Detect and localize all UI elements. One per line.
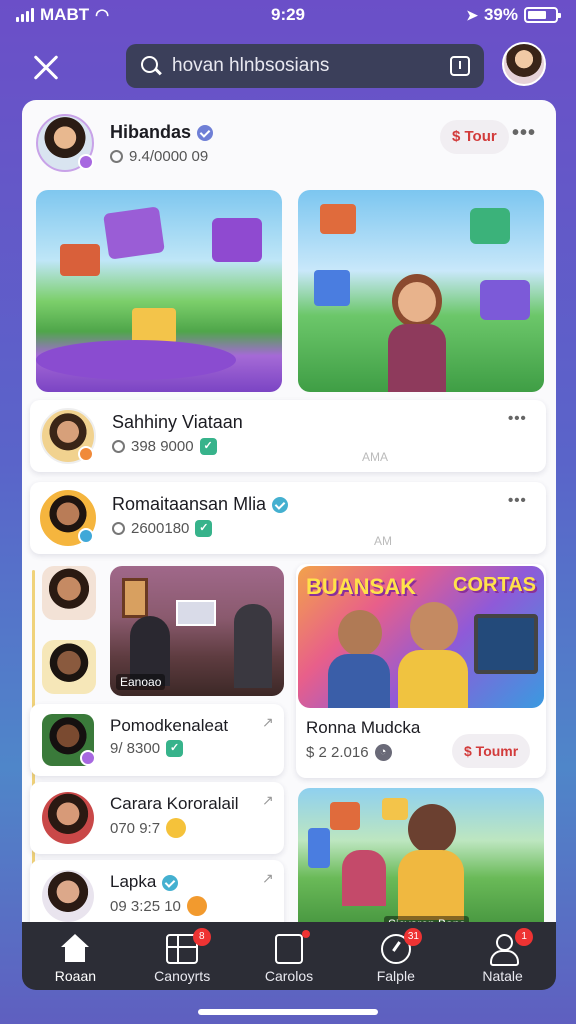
- gaming-banner-image[interactable]: BUANSAK CORTAS: [298, 566, 544, 708]
- row-meta: 398 9000: [131, 438, 194, 455]
- row-badge: [78, 446, 94, 462]
- home-indicator[interactable]: [198, 1009, 378, 1015]
- search-icon: [140, 55, 162, 77]
- user-row[interactable]: Sahhiny Viataan 398 9000 ✓ AMA •••: [30, 400, 546, 472]
- tour-button[interactable]: $ Tour: [440, 120, 509, 154]
- list-meta-row: 070 9:7: [110, 818, 187, 838]
- tab-categories[interactable]: 8 Canoyrts: [129, 922, 236, 990]
- row-meta: 2600180: [131, 520, 190, 537]
- status-ring-icon: [110, 150, 123, 163]
- family-park-image[interactable]: Sicvaron Bans: [298, 788, 544, 938]
- tour-button[interactable]: $ Toumr: [452, 734, 531, 768]
- row-name-line: Romaitaansan Mlia: [112, 494, 289, 515]
- kids-playground-image[interactable]: [36, 190, 282, 392]
- bottom-nav: Roaan 8 Canoyrts Carolos 31 Falple 1 Nat…: [22, 922, 556, 990]
- feature-card[interactable]: BUANSAK CORTAS Ronna Mudcka $ 2 2.016 ◔ $…: [296, 564, 546, 778]
- home-icon: [59, 934, 91, 964]
- list-avatar[interactable]: [42, 792, 94, 844]
- profile-name: Hibandas: [110, 122, 192, 142]
- location-icon: ➤: [466, 6, 478, 23]
- row-badge: [78, 528, 94, 544]
- profile-name-row: Hibandas: [110, 122, 214, 143]
- row-time: AM: [374, 534, 392, 548]
- battery-percent: 39%: [483, 5, 518, 24]
- more-options-icon[interactable]: •••: [508, 410, 527, 427]
- status-bar: MABT ◠ 9:29 ➤ 39%: [0, 0, 576, 32]
- check-badge-icon: ✓: [199, 438, 217, 455]
- banner-title-right: CORTAS: [453, 574, 536, 596]
- tab-home[interactable]: Roaan: [22, 922, 129, 990]
- trend-up-icon: ↗: [262, 714, 274, 730]
- clock-badge-icon: ◔: [374, 744, 392, 761]
- tab-label: Natale: [482, 968, 523, 984]
- row-name: Sahhiny Viataan: [112, 412, 243, 432]
- battery-icon: [524, 7, 561, 23]
- notification-dot: [301, 930, 310, 938]
- search-bar[interactable]: hovan hlnbsosians: [126, 44, 484, 88]
- more-options-icon[interactable]: •••: [512, 122, 536, 145]
- list-badge: [80, 750, 96, 766]
- list-avatar[interactable]: [42, 566, 96, 620]
- tab-carolos[interactable]: Carolos: [236, 922, 343, 990]
- close-button[interactable]: [28, 50, 64, 86]
- row-time: AMA: [362, 450, 389, 464]
- emoji-icon: [186, 896, 207, 916]
- check-badge-icon: ✓: [166, 740, 184, 757]
- woman-celebrating-image[interactable]: [298, 190, 544, 392]
- profile-meta-row: 9.4/0000 09: [110, 148, 208, 165]
- list-item[interactable]: Pomodkenaleat 9/ 8300 ✓ ↗: [30, 704, 284, 776]
- verified-icon: [272, 497, 289, 514]
- profile-meta: 9.4/0000 09: [129, 148, 209, 165]
- verified-icon: [162, 874, 179, 891]
- tab-label: Falple: [376, 968, 415, 984]
- list-name: Carara Kororalail: [110, 794, 239, 813]
- feature-meta-row: $ 2 2.016 ◔: [306, 744, 392, 761]
- list-item[interactable]: Carara Kororalail 070 9:7 ↗: [30, 782, 284, 854]
- notification-badge: 8: [192, 928, 211, 946]
- smiley-icon: [166, 818, 187, 838]
- square-icon: [274, 934, 303, 964]
- tab-label: Carolos: [264, 968, 314, 984]
- row-meta-row: 2600180 ✓: [112, 520, 213, 537]
- list-meta: 070 9:7: [110, 819, 161, 837]
- tab-people[interactable]: 31 Falple: [342, 922, 449, 990]
- notification-badge: 31: [404, 928, 423, 946]
- list-avatar[interactable]: [42, 870, 94, 922]
- list-name-line: Lapka: [110, 872, 179, 892]
- lounge-image[interactable]: Eanoao: [110, 566, 284, 696]
- tab-profile[interactable]: 1 Natale: [449, 922, 556, 990]
- tab-label: Roaan: [54, 968, 97, 984]
- list-avatar[interactable]: [42, 640, 96, 694]
- list-meta: 9/ 8300: [110, 740, 161, 757]
- list-meta: 09 3:25 10: [110, 897, 181, 915]
- list-name: Lapka: [110, 872, 157, 891]
- row-name: Romaitaansan Mlia: [112, 494, 267, 514]
- list-meta-row: 09 3:25 10: [110, 896, 207, 916]
- lounge-caption: Eanoao: [116, 674, 166, 690]
- verified-icon: [197, 125, 214, 142]
- trend-up-icon: ↗: [262, 792, 274, 808]
- banner-title-left: BUANSAK: [306, 574, 416, 599]
- person-icon: [487, 934, 519, 966]
- search-input[interactable]: hovan hlnbsosians: [172, 55, 450, 77]
- check-badge-icon: ✓: [195, 520, 213, 537]
- row-meta-row: 398 9000 ✓: [112, 438, 217, 455]
- more-options-icon[interactable]: •••: [508, 492, 527, 509]
- online-badge: [78, 154, 94, 170]
- status-ring-icon: [112, 522, 125, 535]
- status-ring-icon: [112, 440, 125, 453]
- feature-name: Ronna Mudcka: [306, 718, 421, 737]
- user-avatar[interactable]: [502, 42, 546, 86]
- calendar-icon[interactable]: [450, 56, 470, 76]
- feed-panel: Hibandas 9.4/0000 09 $ Tour ••• Sahhiny …: [22, 100, 556, 980]
- list-meta-row: 9/ 8300 ✓: [110, 740, 184, 757]
- feature-meta: $ 2 2.016: [306, 744, 369, 761]
- list-name: Pomodkenaleat: [110, 716, 229, 735]
- notification-badge: 1: [515, 928, 534, 946]
- trend-up-icon: ↗: [262, 870, 274, 886]
- user-row[interactable]: Romaitaansan Mlia 2600180 ✓ AM •••: [30, 482, 546, 554]
- tab-label: Canoyrts: [154, 968, 211, 984]
